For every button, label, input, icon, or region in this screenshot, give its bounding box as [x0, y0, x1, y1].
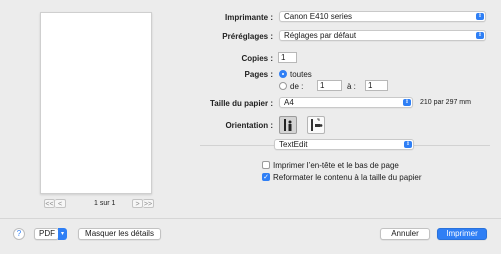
- pages-all-radio[interactable]: [279, 70, 287, 78]
- portrait-orientation-icon: [284, 119, 292, 131]
- printer-label: Imprimante :: [224, 13, 273, 22]
- pages-to-label: à :: [347, 82, 356, 91]
- chevron-up-down-icon: ⇕: [403, 99, 411, 106]
- printer-select[interactable]: Canon E410 series ⇕: [279, 11, 486, 22]
- copies-label: Copies :: [241, 54, 273, 63]
- chevron-up-down-icon: ⇕: [476, 13, 484, 20]
- landscape-orientation-icon: [311, 118, 323, 131]
- pdf-menu-button[interactable]: PDF: [34, 228, 59, 240]
- footer-divider: [0, 218, 501, 219]
- next-page-button[interactable]: >: [132, 199, 143, 208]
- print-preview-page: [40, 12, 152, 194]
- rewrap-contents-label: Reformater le contenu à la taille du pap…: [273, 173, 422, 182]
- app-options-value: TextEdit: [279, 140, 308, 149]
- presets-select[interactable]: Réglages par défaut ⇕: [279, 30, 486, 41]
- header-footer-label: Imprimer l’en-tête et le bas de page: [273, 161, 399, 170]
- chevron-up-down-icon: ⇕: [404, 141, 412, 148]
- chevron-up-down-icon: ⇕: [476, 32, 484, 39]
- orientation-label: Orientation :: [225, 121, 273, 130]
- pages-label: Pages :: [244, 70, 273, 79]
- cancel-button[interactable]: Annuler: [380, 228, 430, 240]
- preview-nav-back-group: << <: [44, 199, 66, 208]
- pages-all-label: toutes: [290, 70, 312, 79]
- preview-nav-forward-group: > >>: [132, 199, 154, 208]
- paper-size-label: Taille du papier :: [210, 99, 273, 108]
- paper-size-select[interactable]: A4 ⇕: [279, 97, 413, 108]
- orientation-portrait-button[interactable]: [279, 116, 297, 134]
- presets-value: Réglages par défaut: [284, 31, 357, 40]
- pages-from-label: de :: [290, 82, 304, 91]
- copies-input[interactable]: 1: [278, 52, 297, 63]
- paper-dimensions: 210 par 297 mm: [420, 99, 471, 106]
- last-page-button[interactable]: >>: [143, 199, 154, 208]
- print-button[interactable]: Imprimer: [437, 228, 487, 240]
- app-options-select[interactable]: TextEdit ⇕: [274, 139, 414, 150]
- pages-to-input[interactable]: 1: [365, 80, 388, 91]
- first-page-button[interactable]: <<: [44, 199, 55, 208]
- chevron-down-icon[interactable]: ▾: [58, 228, 67, 240]
- pages-range-radio[interactable]: [279, 82, 287, 90]
- orientation-landscape-button[interactable]: [307, 116, 325, 134]
- header-footer-checkbox[interactable]: [262, 161, 270, 169]
- paper-size-value: A4: [284, 98, 294, 107]
- hide-details-button[interactable]: Masquer les détails: [78, 228, 161, 240]
- pages-from-input[interactable]: 1: [317, 80, 342, 91]
- help-button[interactable]: ?: [13, 228, 25, 240]
- rewrap-contents-checkbox[interactable]: ✓: [262, 173, 270, 181]
- page-indicator: 1 sur 1: [94, 200, 116, 207]
- printer-value: Canon E410 series: [284, 12, 353, 21]
- presets-label: Préréglages :: [222, 32, 273, 41]
- previous-page-button[interactable]: <: [55, 199, 66, 208]
